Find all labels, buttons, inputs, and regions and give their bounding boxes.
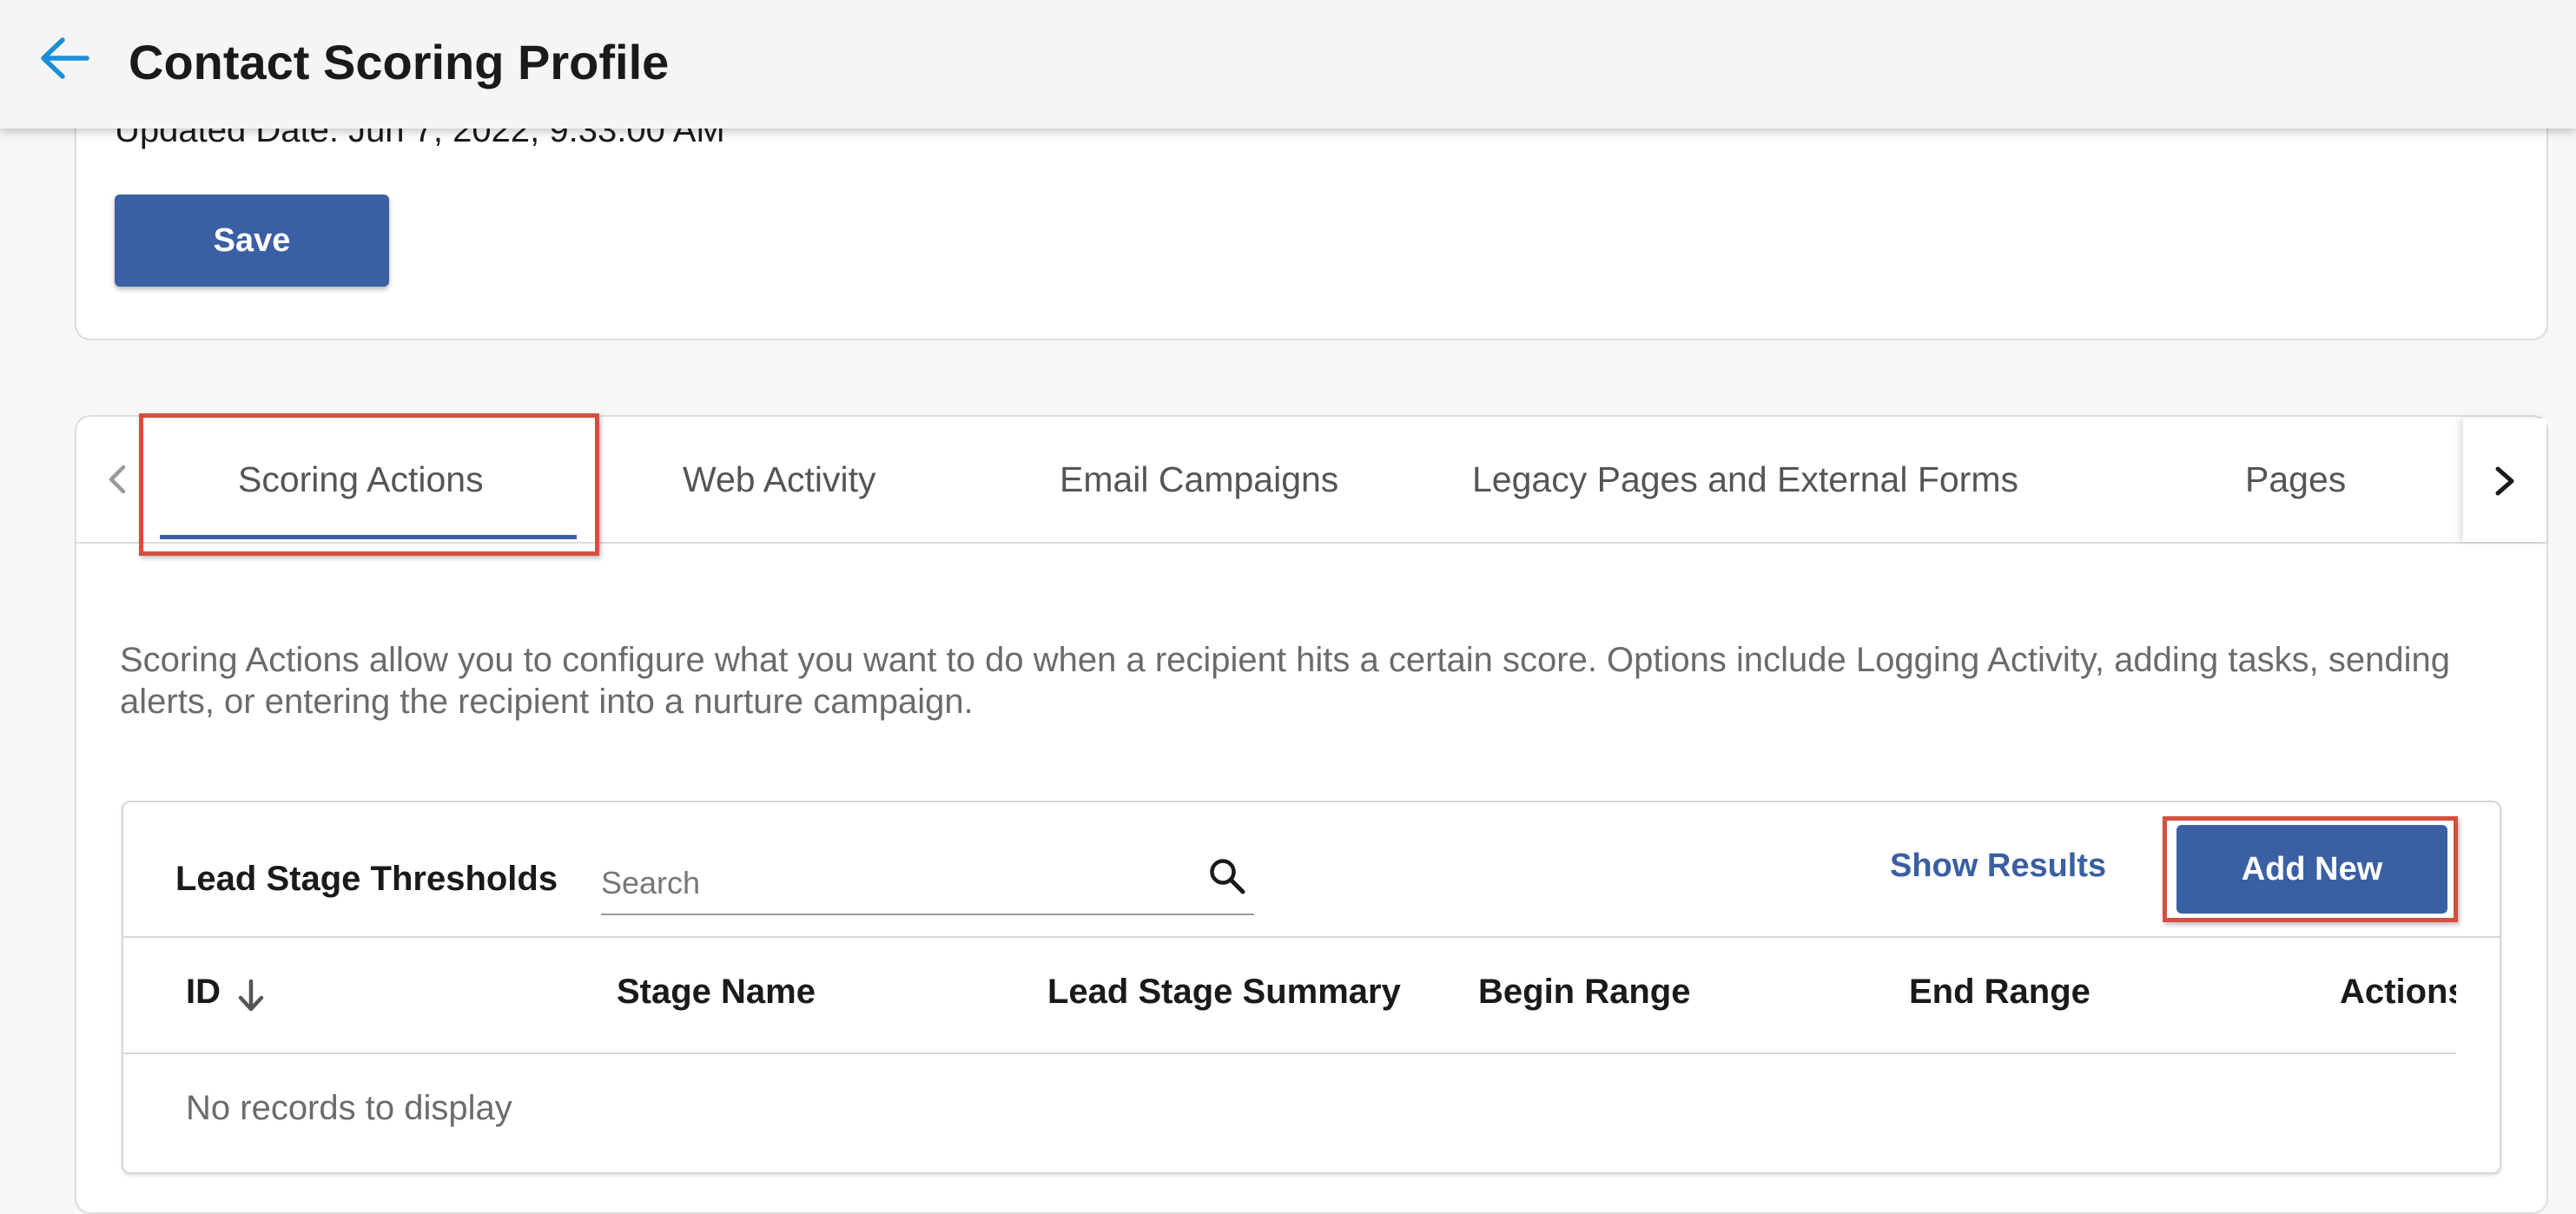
tab-web-activity[interactable]: Web Activity bbox=[683, 448, 876, 511]
tab-legacy-pages-and-external-forms[interactable]: Legacy Pages and External Forms bbox=[1472, 448, 2018, 511]
tab-email-campaigns[interactable]: Email Campaigns bbox=[1060, 448, 1338, 511]
chevron-right-icon[interactable] bbox=[2489, 462, 2520, 500]
tab-description: Scoring Actions allow you to configure w… bbox=[120, 641, 2451, 721]
column-header-actions-label: Actions bbox=[2340, 973, 2456, 1011]
grid-title: Lead Stage Thresholds bbox=[175, 860, 558, 898]
save-button[interactable]: Save bbox=[115, 195, 389, 287]
chevron-left-icon[interactable] bbox=[102, 460, 132, 498]
search-underline bbox=[601, 914, 1254, 915]
arrow-left-icon[interactable] bbox=[38, 33, 90, 83]
column-header-begin-range[interactable]: Begin Range bbox=[1478, 973, 1690, 1012]
tab-scroll-right-button[interactable] bbox=[2463, 419, 2546, 542]
table-header-border bbox=[123, 936, 2500, 938]
column-header-end-range[interactable]: End Range bbox=[1909, 973, 2091, 1012]
page-title: Contact Scoring Profile bbox=[129, 35, 670, 89]
table-header-divider bbox=[123, 1052, 2456, 1054]
sort-descending-icon[interactable] bbox=[236, 978, 266, 1014]
search-input[interactable] bbox=[601, 856, 1157, 910]
column-header-actions: Actions bbox=[2338, 964, 2456, 1025]
tab-pages[interactable]: Pages bbox=[2245, 448, 2346, 511]
empty-state-message: No records to display bbox=[186, 1089, 512, 1127]
tab-highlight-outline bbox=[139, 413, 599, 556]
search-icon[interactable] bbox=[1207, 856, 1247, 896]
add-new-highlight-outline bbox=[2163, 816, 2458, 922]
column-header-id[interactable]: ID bbox=[186, 973, 221, 1012]
app-header: Contact Scoring Profile bbox=[0, 0, 2576, 129]
show-results-link[interactable]: Show Results bbox=[1890, 848, 2106, 885]
column-header-stage-name[interactable]: Stage Name bbox=[617, 973, 816, 1012]
column-header-lead-stage-summary[interactable]: Lead Stage Summary bbox=[1047, 973, 1401, 1012]
